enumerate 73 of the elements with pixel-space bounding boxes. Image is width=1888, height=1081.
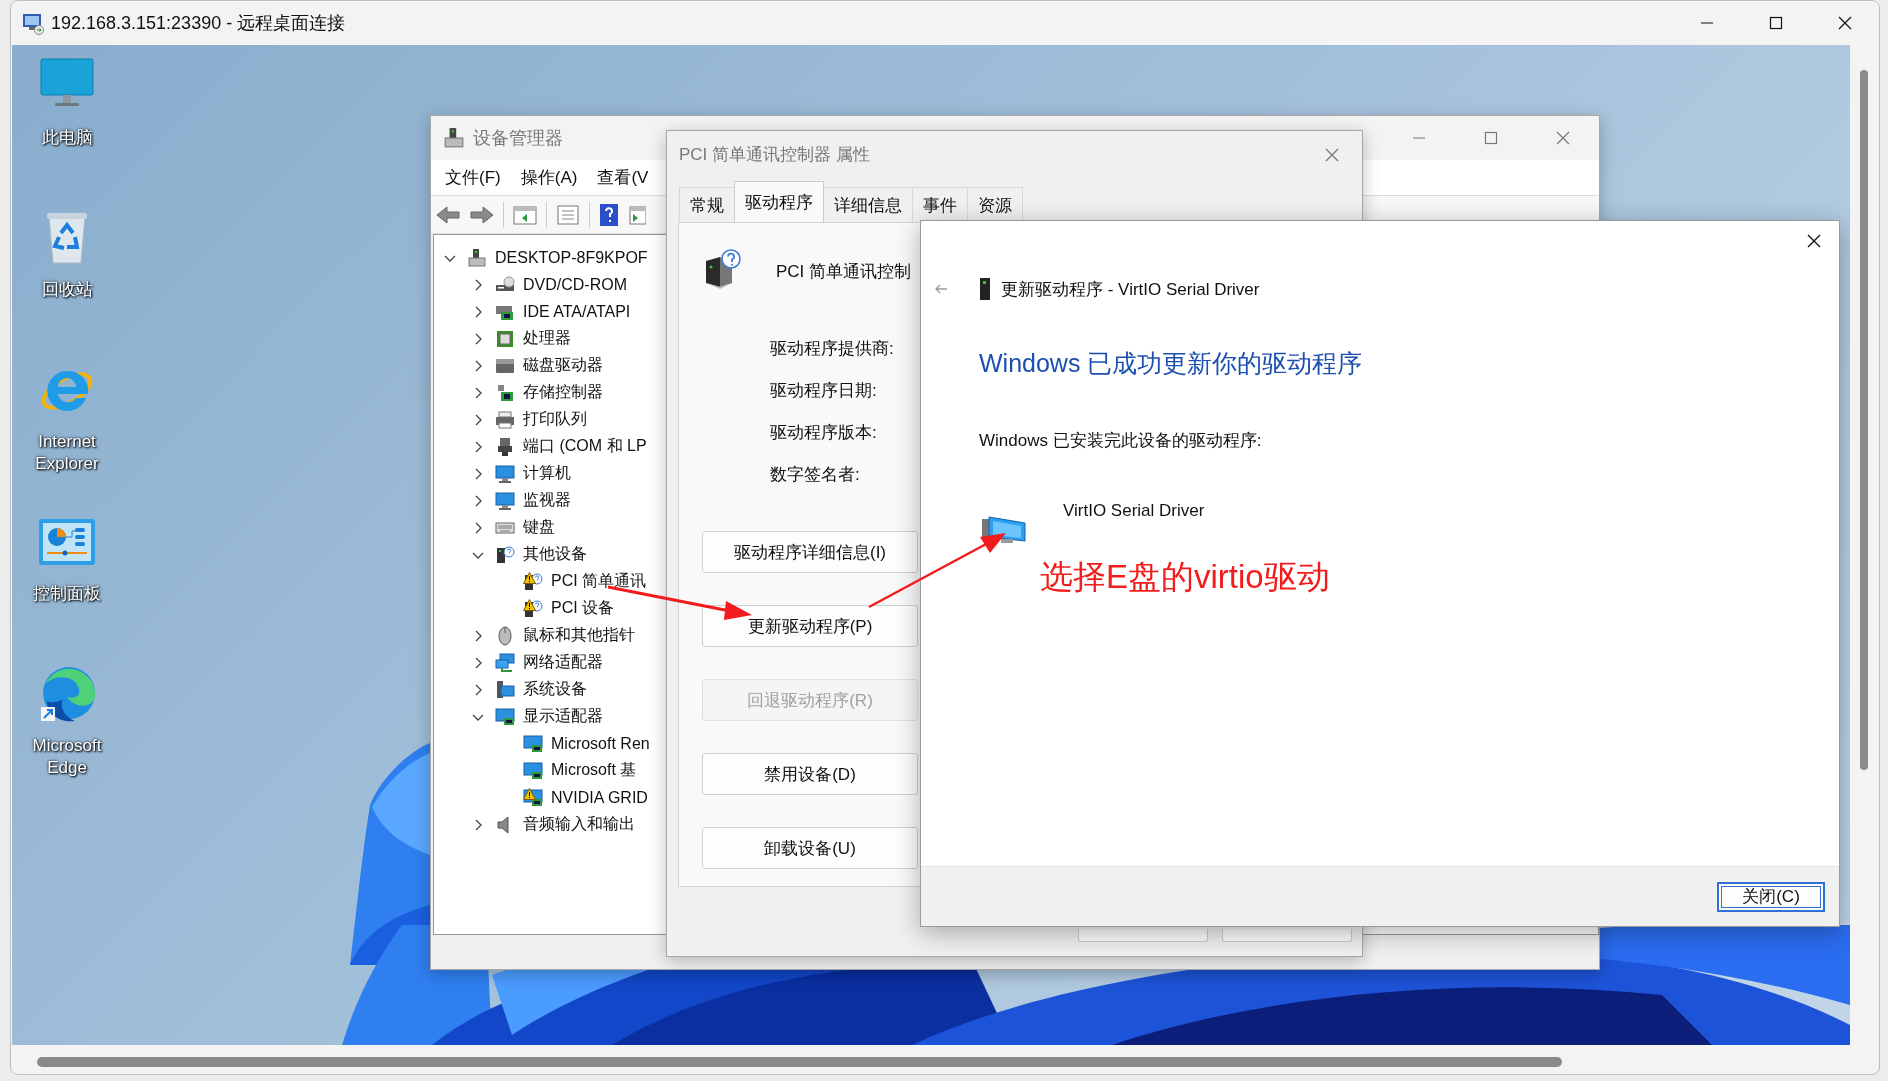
tree-item-label[interactable]: DESKTOP-8F9KPOF xyxy=(495,248,648,267)
tab[interactable]: 驱动程序 xyxy=(734,181,824,222)
tree-item-label[interactable]: 其他设备 xyxy=(523,544,587,565)
tree-item-label[interactable]: 系统设备 xyxy=(523,679,587,700)
field-label: 数字签名者: xyxy=(770,464,860,486)
mouse-icon xyxy=(495,625,515,646)
display-adapter-icon xyxy=(523,760,543,781)
window-title: 192.168.3.151:23390 - 远程桌面连接 xyxy=(51,12,347,35)
device-tower-icon xyxy=(979,277,991,301)
horizontal-scrollbar-thumb[interactable] xyxy=(37,1057,1562,1067)
chip-icon xyxy=(495,328,515,349)
field-label: 驱动程序提供商: xyxy=(770,338,894,360)
close-button[interactable]: 关闭(C) xyxy=(1717,881,1825,912)
success-heading: Windows 已成功更新你的驱动程序 xyxy=(979,348,1363,379)
tree-item-label[interactable]: Microsoft 基 xyxy=(551,760,637,781)
storage-controller-icon xyxy=(495,382,515,403)
maximize-icon[interactable] xyxy=(1767,15,1784,31)
monitor-icon xyxy=(495,463,515,484)
tab[interactable]: 常规 xyxy=(679,187,735,222)
help-icon[interactable] xyxy=(598,202,620,227)
tree-item-label[interactable]: PCI 简单通讯 xyxy=(551,571,647,592)
display-adapter-icon xyxy=(523,733,543,754)
tree-item-label[interactable]: 端口 (COM 和 LP xyxy=(523,436,647,457)
tree-item-label[interactable]: 鼠标和其他指针 xyxy=(523,625,635,646)
tree-item-label[interactable]: 计算机 xyxy=(523,463,571,484)
close-icon[interactable] xyxy=(1806,233,1822,249)
vertical-scrollbar-thumb[interactable] xyxy=(1859,70,1868,770)
driver-action-button[interactable]: 驱动程序详细信息(I) xyxy=(702,531,918,573)
driver-action-button[interactable]: 卸载设备(U) xyxy=(702,827,918,869)
tree-item-label[interactable]: 音频输入和输出 xyxy=(523,814,635,835)
tree-item-label[interactable]: 监视器 xyxy=(523,490,571,511)
tree-item-label[interactable]: 磁盘驱动器 xyxy=(523,355,603,376)
tree-item-label[interactable]: 显示适配器 xyxy=(523,706,603,727)
unknown-device-icon xyxy=(495,544,515,565)
tree-item-label[interactable]: IDE ATA/ATAPI xyxy=(523,302,631,321)
menu-item[interactable]: 查看(V xyxy=(587,166,649,189)
device-name: PCI 简单通讯控制 xyxy=(776,260,912,283)
tree-item-label[interactable]: DVD/CD-ROM xyxy=(523,275,627,294)
computer-icon xyxy=(443,127,465,149)
tree-item-label[interactable]: 打印队列 xyxy=(523,409,587,430)
computer-icon xyxy=(467,247,487,268)
field-label: 驱动程序版本: xyxy=(770,422,877,444)
tree-item-label[interactable]: NVIDIA GRID xyxy=(551,788,648,807)
tree-item-label[interactable]: 键盘 xyxy=(523,517,555,538)
field-label: 驱动程序日期: xyxy=(770,380,877,402)
tree-item-label[interactable]: Microsoft Ren xyxy=(551,734,650,753)
connector-icon xyxy=(495,436,515,457)
driver-action-button[interactable]: 更新驱动程序(P) xyxy=(702,605,918,647)
dialog-title: PCI 简单通讯控制器 属性 xyxy=(679,144,871,166)
menu-item[interactable]: 文件(F) xyxy=(435,166,511,189)
tree-item-label[interactable]: 处理器 xyxy=(523,328,571,349)
tree-item-label[interactable]: 存储控制器 xyxy=(523,382,603,403)
back-arrow-icon[interactable] xyxy=(435,203,461,226)
dialog-title: 更新驱动程序 - VirtIO Serial Driver xyxy=(1001,278,1260,301)
system-devices-icon xyxy=(495,679,515,700)
tree-item-label[interactable]: 网络适配器 xyxy=(523,652,603,673)
install-message: Windows 已安装完此设备的驱动程序: xyxy=(979,430,1262,452)
forward-arrow-icon[interactable] xyxy=(469,203,495,226)
driver-action-button[interactable]: 禁用设备(D) xyxy=(702,753,918,795)
remote-desktop-icon xyxy=(21,11,45,35)
menu-item[interactable]: 操作(A) xyxy=(510,166,588,189)
panel-icon[interactable] xyxy=(512,203,538,226)
annotation-text: 选择E盘的virtio驱动 xyxy=(1040,557,1330,597)
network-icon xyxy=(495,652,515,673)
driver-name: VirtIO Serial Driver xyxy=(1063,501,1205,521)
close-icon[interactable] xyxy=(1836,15,1853,31)
window-title: 设备管理器 xyxy=(473,127,564,150)
display-adapter-icon xyxy=(495,706,515,727)
tab[interactable]: 资源 xyxy=(967,187,1023,222)
printer-icon xyxy=(495,409,515,430)
monitor-icon xyxy=(495,490,515,511)
tree-item-label[interactable]: PCI 设备 xyxy=(551,598,615,619)
panel-icon[interactable] xyxy=(628,203,646,226)
